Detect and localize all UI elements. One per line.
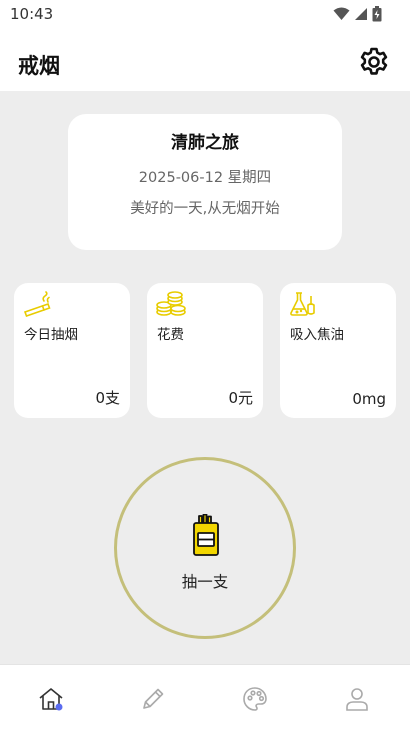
- status-icons: [333, 6, 382, 22]
- cigarette-icon: [23, 291, 51, 317]
- wifi-icon: [333, 7, 350, 20]
- settings-button[interactable]: [358, 46, 390, 78]
- home-icon: [39, 688, 63, 711]
- current-date: 2025-06-12 星期四: [138, 170, 272, 186]
- stat-label: 今日抽烟: [24, 327, 78, 343]
- status-bar: 10:43: [0, 0, 410, 28]
- stat-value: 0支: [95, 389, 120, 407]
- stat-card-tar[interactable]: 吸入焦油 0mg: [280, 283, 396, 418]
- signal-icon: [355, 8, 367, 20]
- tab-profile[interactable]: [306, 665, 408, 729]
- journey-title: 清肺之旅: [171, 133, 239, 153]
- stat-card-cigarettes[interactable]: 今日抽烟 0支: [14, 283, 130, 418]
- cigarette-pack-icon: [193, 514, 219, 556]
- stat-value: 0mg: [352, 390, 386, 408]
- pencil-icon: [143, 688, 164, 709]
- tab-theme[interactable]: [204, 665, 306, 729]
- stat-card-cost[interactable]: 花费 0元: [147, 283, 263, 418]
- flask-icon: [290, 292, 315, 316]
- tab-record[interactable]: [102, 665, 204, 729]
- user-icon: [346, 688, 368, 711]
- gear-icon: [360, 47, 388, 75]
- coins-icon: [156, 291, 186, 316]
- status-time: 10:43: [10, 5, 54, 23]
- smoke-one-label: 抽一支: [181, 573, 229, 591]
- page-title: 戒烟: [18, 54, 60, 78]
- stat-value: 0元: [228, 389, 253, 407]
- tab-home[interactable]: [0, 665, 102, 729]
- stat-label: 吸入焦油: [290, 327, 344, 343]
- palette-icon: [243, 687, 267, 711]
- smoke-one-button[interactable]: 抽一支: [114, 457, 296, 639]
- bottom-tab-bar: [0, 664, 410, 729]
- app-header: 戒烟: [0, 28, 410, 91]
- battery-icon: [372, 6, 382, 22]
- journey-subtitle: 美好的一天,从无烟开始: [130, 201, 280, 217]
- journey-card: 清肺之旅 2025-06-12 星期四 美好的一天,从无烟开始: [68, 114, 342, 250]
- stat-label: 花费: [157, 327, 184, 343]
